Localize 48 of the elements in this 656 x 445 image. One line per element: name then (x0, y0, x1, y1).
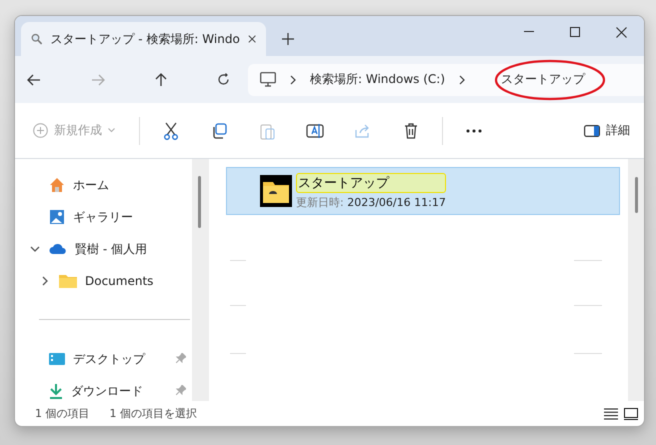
sidebar-item[interactable]: ダウンロード (71, 382, 143, 400)
rename-icon[interactable] (306, 122, 324, 138)
scissors-icon[interactable] (163, 122, 179, 140)
item-count: 1 個の項目 (35, 406, 90, 421)
tile-view-icon[interactable] (624, 408, 638, 420)
close-icon[interactable] (616, 26, 626, 38)
minimize-icon[interactable] (524, 31, 534, 33)
file-item[interactable]: スタートアップ 更新日時: 2023/06/16 11:17 (226, 167, 620, 215)
sidebar-item[interactable]: Documents (85, 274, 154, 288)
chevron-down-icon[interactable] (30, 244, 40, 254)
sidebar-item[interactable]: ギャラリー (73, 208, 133, 226)
selection-count: 1 個の項目を選択 (110, 406, 197, 421)
up-arrow-icon[interactable] (155, 72, 167, 86)
desktop-icon (49, 353, 65, 365)
sidebar-item[interactable]: 賢樹 - 個人用 (75, 240, 147, 258)
caret-icon (108, 128, 115, 133)
file-name: スタートアップ (296, 172, 446, 192)
list-view-icon[interactable] (604, 408, 618, 420)
breadcrumb-item[interactable]: 検索場所: Windows (C:) (310, 71, 446, 88)
clipboard-icon[interactable] (259, 122, 275, 140)
copy-icon[interactable] (211, 122, 227, 138)
folder-icon (59, 274, 77, 288)
more-icon[interactable] (466, 128, 482, 132)
trash-icon[interactable] (404, 122, 418, 138)
cloud-icon (49, 243, 67, 255)
sidebar-item[interactable]: デスクトップ (73, 350, 145, 368)
file-date: 更新日時: 2023/06/16 11:17 (296, 194, 446, 210)
browser-tab[interactable]: スタートアップ - 検索場所: Windo (21, 22, 266, 56)
scrollbar-thumb[interactable] (198, 176, 201, 228)
picture-icon (49, 209, 65, 225)
scrollbar-thumb[interactable] (635, 177, 638, 213)
sidebar-item[interactable]: ホーム (73, 176, 109, 194)
refresh-icon[interactable] (217, 73, 230, 86)
details-pane-icon (584, 124, 600, 136)
chevron-right-icon[interactable] (459, 74, 466, 84)
chevron-right-icon[interactable] (290, 74, 296, 84)
plus-circle-icon (33, 123, 48, 138)
close-icon[interactable] (248, 34, 256, 44)
folder-icon (260, 175, 292, 207)
details-button[interactable]: 詳細 (584, 122, 630, 139)
monitor-icon (260, 72, 276, 87)
plus-icon[interactable] (282, 33, 294, 45)
chevron-right-icon[interactable] (40, 276, 50, 286)
search-icon (31, 32, 42, 46)
maximize-icon[interactable] (570, 27, 580, 37)
back-arrow-icon[interactable] (27, 74, 41, 86)
download-icon (49, 383, 63, 399)
home-icon (49, 177, 65, 193)
